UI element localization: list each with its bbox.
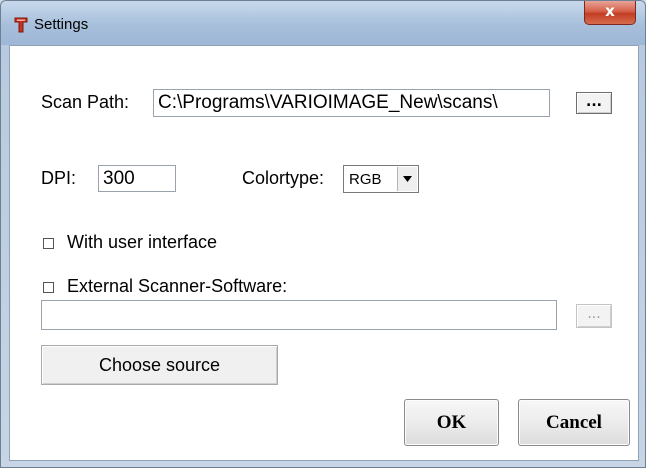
ok-button[interactable]: OK: [404, 399, 499, 446]
external-scanner-checkbox[interactable]: [43, 282, 54, 293]
external-scanner-browse-button[interactable]: ...: [576, 304, 612, 328]
settings-window: Settings x Scan Path: C:\Programs\VARIOI…: [0, 0, 646, 468]
with-user-interface-checkbox[interactable]: [43, 238, 54, 249]
colortype-select[interactable]: RGB: [343, 165, 419, 193]
close-button[interactable]: x: [584, 1, 636, 25]
scan-path-label: Scan Path:: [41, 92, 130, 112]
window-title: Settings: [34, 16, 89, 33]
dpi-input[interactable]: 300: [98, 165, 176, 192]
choose-source-button[interactable]: Choose source: [41, 345, 278, 385]
with-user-interface-label: With user interface: [67, 232, 218, 252]
dpi-label: DPI:: [41, 168, 77, 188]
scan-path-input[interactable]: C:\Programs\VARIOIMAGE_New\scans\: [153, 89, 550, 117]
external-scanner-label: External Scanner-Software:: [67, 276, 288, 296]
chevron-down-icon[interactable]: [397, 167, 417, 191]
colortype-label: Colortype:: [242, 168, 325, 188]
cancel-button[interactable]: Cancel: [518, 399, 630, 446]
settings-panel: Scan Path: C:\Programs\VARIOIMAGE_New\sc…: [9, 45, 639, 461]
colortype-selected-value: RGB: [349, 171, 382, 188]
scanner-app-icon: [14, 17, 28, 33]
external-scanner-path-input[interactable]: [41, 300, 557, 330]
title-bar[interactable]: Settings x: [1, 1, 645, 45]
scan-path-browse-button[interactable]: ...: [576, 92, 612, 114]
